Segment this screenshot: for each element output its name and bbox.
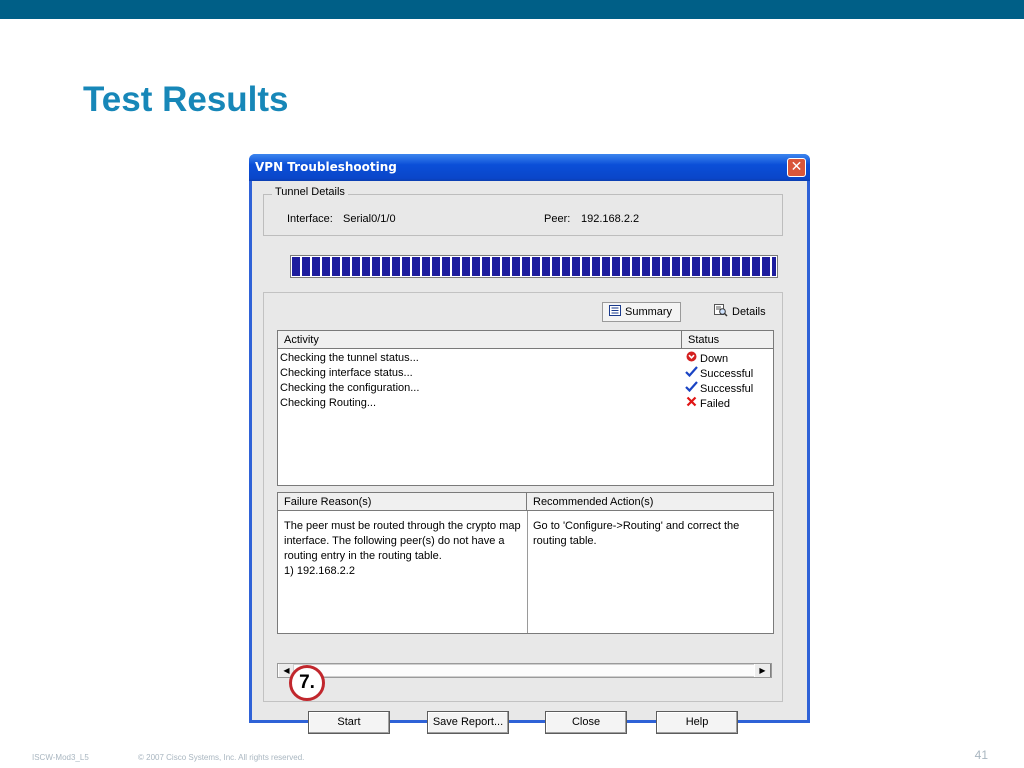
table-row[interactable]: Checking interface status... Successful bbox=[278, 366, 773, 381]
down-icon bbox=[685, 351, 697, 367]
save-report-button[interactable]: Save Report... bbox=[427, 711, 509, 734]
details-view-button[interactable]: Details bbox=[714, 304, 766, 320]
activity-cell: Checking the tunnel status... bbox=[280, 352, 419, 364]
close-button[interactable]: Close bbox=[545, 711, 627, 734]
scrollbar-thumb[interactable] bbox=[293, 664, 758, 677]
slide-header-bar bbox=[0, 0, 1024, 19]
status-cell: Down bbox=[700, 353, 729, 365]
activity-table: Activity Status Checking the tunnel stat… bbox=[277, 330, 774, 486]
summary-list-icon bbox=[609, 305, 621, 319]
status-cell: Failed bbox=[700, 398, 730, 410]
table-row[interactable]: Checking the tunnel status... Down bbox=[278, 351, 773, 366]
status-cell: Successful bbox=[700, 368, 754, 380]
activity-cell: Checking Routing... bbox=[280, 397, 376, 409]
interface-value: Serial0/1/0 bbox=[343, 213, 396, 225]
page-number: 41 bbox=[974, 748, 988, 762]
window-titlebar[interactable]: VPN Troubleshooting ✕ bbox=[249, 154, 810, 181]
help-button[interactable]: Help bbox=[656, 711, 738, 734]
failure-reasons-header: Failure Reason(s) bbox=[278, 493, 527, 511]
table-row[interactable]: Checking Routing... Failed bbox=[278, 396, 773, 411]
scroll-right-button[interactable]: ▶ bbox=[754, 664, 771, 677]
footer-course-id: ISCW-Mod3_L5 bbox=[32, 753, 89, 762]
recommended-actions-text: Go to 'Configure->Routing' and correct t… bbox=[533, 520, 740, 547]
interface-label: Interface: bbox=[287, 213, 333, 225]
recommended-actions-header: Recommended Action(s) bbox=[527, 493, 773, 511]
summary-view-button[interactable]: Summary bbox=[602, 302, 682, 322]
cross-icon bbox=[685, 396, 697, 412]
test-progress-bar bbox=[290, 255, 778, 278]
table-row[interactable]: Checking the configuration... Successful bbox=[278, 381, 773, 396]
activity-cell: Checking interface status... bbox=[280, 367, 413, 379]
details-magnifier-icon bbox=[714, 304, 728, 320]
progress-bar-fill bbox=[292, 257, 776, 276]
slide-title: Test Results bbox=[83, 80, 289, 119]
activity-cell: Checking the configuration... bbox=[280, 382, 420, 394]
vpn-troubleshooting-window: VPN Troubleshooting ✕ Tunnel Details Int… bbox=[249, 154, 810, 734]
start-button[interactable]: Start bbox=[308, 711, 390, 734]
step-number-badge: 7. bbox=[289, 665, 325, 701]
close-icon: ✕ bbox=[790, 159, 803, 175]
failure-reasons-text: The peer must be routed through the cryp… bbox=[284, 520, 521, 577]
close-window-button[interactable]: ✕ bbox=[787, 158, 806, 177]
results-group: Summary Details Activity Status Checking… bbox=[263, 292, 783, 702]
window-title: VPN Troubleshooting bbox=[255, 160, 397, 174]
tunnel-details-legend: Tunnel Details bbox=[272, 186, 348, 198]
tunnel-details-group: Tunnel Details Interface: Serial0/1/0 Pe… bbox=[263, 186, 783, 236]
status-column-header[interactable]: Status bbox=[682, 331, 773, 349]
peer-value: 192.168.2.2 bbox=[581, 213, 640, 225]
failure-details-panel: Failure Reason(s) Recommended Action(s) … bbox=[277, 492, 774, 634]
check-icon bbox=[685, 381, 698, 397]
check-icon bbox=[685, 366, 698, 382]
footer-copyright: © 2007 Cisco Systems, Inc. All rights re… bbox=[138, 753, 305, 762]
activity-column-header[interactable]: Activity bbox=[278, 331, 682, 349]
horizontal-scrollbar[interactable]: ◀ ▶ bbox=[277, 663, 772, 678]
peer-label: Peer: bbox=[544, 213, 571, 225]
details-view-label: Details bbox=[732, 305, 766, 318]
summary-view-label: Summary bbox=[625, 305, 673, 318]
window-client-area: Tunnel Details Interface: Serial0/1/0 Pe… bbox=[252, 181, 807, 734]
status-cell: Successful bbox=[700, 383, 754, 395]
